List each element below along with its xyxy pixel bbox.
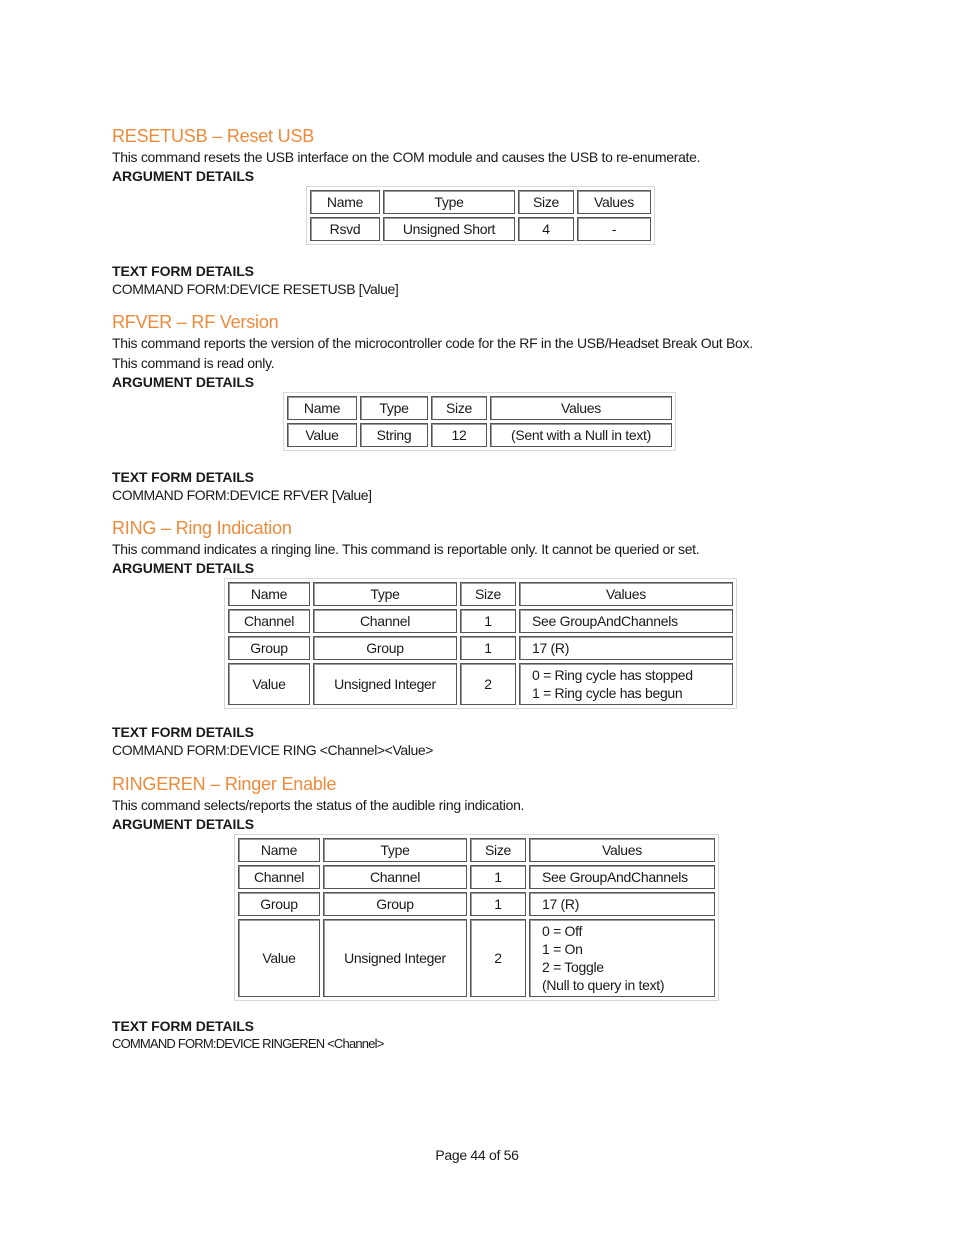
cell-name: Group bbox=[228, 636, 310, 660]
cell-size: 1 bbox=[460, 609, 516, 633]
header-cell-name: Name bbox=[238, 838, 320, 862]
cell-type: Unsigned Integer bbox=[313, 663, 457, 705]
cell-name: Value bbox=[228, 663, 310, 705]
header-cell-type: Type bbox=[313, 582, 457, 606]
cell-values: See GroupAndChannels bbox=[519, 609, 733, 633]
text-form-details-label: TEXT FORM DETAILS bbox=[112, 263, 254, 279]
cell-type: String bbox=[360, 423, 428, 447]
cell-values: - bbox=[577, 217, 651, 241]
header-cell-values: Values bbox=[519, 582, 733, 606]
text-form-details-label: TEXT FORM DETAILS bbox=[112, 469, 254, 485]
cell-name: Channel bbox=[228, 609, 310, 633]
text-form-details-label: TEXT FORM DETAILS bbox=[112, 1018, 254, 1034]
argument-details-label: ARGUMENT DETAILS bbox=[112, 560, 255, 576]
table-row: Value Unsigned Integer 2 0 = Ring cycle … bbox=[228, 663, 733, 705]
header-cell-values: Values bbox=[529, 838, 715, 862]
cell-values: See GroupAndChannels bbox=[529, 865, 715, 889]
cell-name: Rsvd bbox=[310, 217, 380, 241]
table-row: Rsvd Unsigned Short 4 - bbox=[310, 217, 651, 241]
cell-name: Channel bbox=[238, 865, 320, 889]
argument-details-label: ARGUMENT DETAILS bbox=[112, 374, 255, 390]
section-description: This command resets the USB interface on… bbox=[112, 149, 701, 165]
cell-size: 12 bbox=[431, 423, 487, 447]
header-cell-name: Name bbox=[228, 582, 310, 606]
cell-size: 1 bbox=[470, 865, 526, 889]
text-form-ringeren: TEXT FORM DETAILS COMMAND FORM:DEVICE RI… bbox=[112, 1017, 852, 1053]
header-cell-type: Type bbox=[323, 838, 467, 862]
cell-name: Value bbox=[287, 423, 357, 447]
argument-table-ringeren: Name Type Size Values Channel Channel 1 … bbox=[234, 834, 719, 1001]
section-heading: RFVER – RF Version bbox=[112, 312, 279, 332]
table-header-row: Name Type Size Values bbox=[228, 582, 733, 606]
table-row: Group Group 1 17 (R) bbox=[238, 892, 715, 916]
section-heading: RESETUSB – Reset USB bbox=[112, 126, 315, 146]
argument-table-resetusb: Name Type Size Values Rsvd Unsigned Shor… bbox=[306, 186, 655, 245]
text-form-details-label: TEXT FORM DETAILS bbox=[112, 724, 254, 740]
table-row: Value String 12 (Sent with a Null in tex… bbox=[287, 423, 672, 447]
cell-values: 17 (R) bbox=[519, 636, 733, 660]
command-form: COMMAND FORM:DEVICE RFVER [Value] bbox=[112, 487, 372, 503]
cell-type: Unsigned Short bbox=[383, 217, 515, 241]
table-header-row: Name Type Size Values bbox=[238, 838, 715, 862]
cell-values: (Sent with a Null in text) bbox=[490, 423, 672, 447]
text-form-ring: TEXT FORM DETAILS COMMAND FORM:DEVICE RI… bbox=[112, 723, 852, 759]
command-form: COMMAND FORM:DEVICE RINGEREN <Channel> bbox=[112, 1036, 384, 1051]
header-cell-size: Size bbox=[460, 582, 516, 606]
cell-type: Channel bbox=[323, 865, 467, 889]
cell-values: 0 = Off 1 = On 2 = Toggle (Null to query… bbox=[529, 919, 715, 997]
cell-name: Value bbox=[238, 919, 320, 997]
argument-table-rfver: Name Type Size Values Value String 12 (S… bbox=[283, 392, 676, 451]
page-number: Page 44 of 56 bbox=[435, 1147, 519, 1163]
command-form: COMMAND FORM:DEVICE RESETUSB [Value] bbox=[112, 281, 399, 297]
header-cell-size: Size bbox=[518, 190, 574, 214]
cell-size: 2 bbox=[460, 663, 516, 705]
table-row: Channel Channel 1 See GroupAndChannels bbox=[228, 609, 733, 633]
argument-details-label: ARGUMENT DETAILS bbox=[112, 168, 255, 184]
section-rfver: RFVER – RF Version This command reports … bbox=[112, 311, 852, 391]
cell-values: 0 = Ring cycle has stopped 1 = Ring cycl… bbox=[519, 663, 733, 705]
cell-values: 17 (R) bbox=[529, 892, 715, 916]
cell-size: 4 bbox=[518, 217, 574, 241]
cell-size: 1 bbox=[470, 892, 526, 916]
section-resetusb: RESETUSB – Reset USB This command resets… bbox=[112, 125, 852, 185]
section-description: This command selects/reports the status … bbox=[112, 797, 525, 813]
header-cell-type: Type bbox=[360, 396, 428, 420]
section-heading: RING – Ring Indication bbox=[112, 518, 292, 538]
cell-size: 2 bbox=[470, 919, 526, 997]
section-description: This command indicates a ringing line. T… bbox=[112, 541, 700, 557]
table-row: Group Group 1 17 (R) bbox=[228, 636, 733, 660]
header-cell-values: Values bbox=[490, 396, 672, 420]
table-row: Channel Channel 1 See GroupAndChannels bbox=[238, 865, 715, 889]
text-form-rfver: TEXT FORM DETAILS COMMAND FORM:DEVICE RF… bbox=[112, 468, 852, 504]
header-cell-name: Name bbox=[287, 396, 357, 420]
command-form: COMMAND FORM:DEVICE RING <Channel><Value… bbox=[112, 742, 434, 758]
cell-type: Group bbox=[313, 636, 457, 660]
cell-type: Unsigned Integer bbox=[323, 919, 467, 997]
cell-name: Group bbox=[238, 892, 320, 916]
argument-table-ring: Name Type Size Values Channel Channel 1 … bbox=[224, 578, 737, 709]
table-header-row: Name Type Size Values bbox=[310, 190, 651, 214]
header-cell-size: Size bbox=[431, 396, 487, 420]
cell-type: Group bbox=[323, 892, 467, 916]
cell-size: 1 bbox=[460, 636, 516, 660]
section-ring: RING – Ring Indication This command indi… bbox=[112, 517, 852, 577]
argument-details-label: ARGUMENT DETAILS bbox=[112, 816, 255, 832]
table-row: Value Unsigned Integer 2 0 = Off 1 = On … bbox=[238, 919, 715, 997]
text-form-resetusb: TEXT FORM DETAILS COMMAND FORM:DEVICE RE… bbox=[112, 262, 852, 298]
section-heading: RINGEREN – Ringer Enable bbox=[112, 774, 337, 794]
table-header-row: Name Type Size Values bbox=[287, 396, 672, 420]
section-description-2: This command is read only. bbox=[112, 355, 275, 371]
header-cell-size: Size bbox=[470, 838, 526, 862]
section-ringeren: RINGEREN – Ringer Enable This command se… bbox=[112, 773, 852, 833]
header-cell-values: Values bbox=[577, 190, 651, 214]
cell-type: Channel bbox=[313, 609, 457, 633]
header-cell-name: Name bbox=[310, 190, 380, 214]
header-cell-type: Type bbox=[383, 190, 515, 214]
section-description: This command reports the version of the … bbox=[112, 335, 753, 351]
